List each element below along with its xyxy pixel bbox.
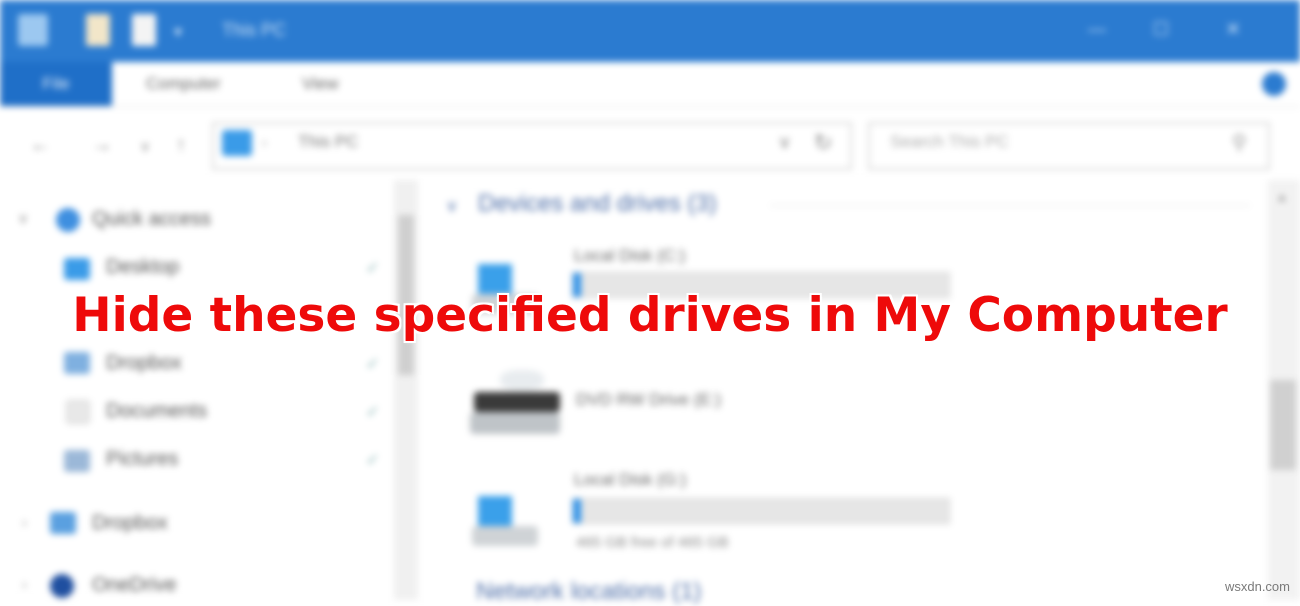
address-path[interactable]: This PC (298, 132, 358, 152)
sidebar-item-dropbox[interactable]: Dropbox (106, 352, 182, 375)
refresh-icon[interactable]: ↻ (814, 130, 832, 156)
content-scroll-thumb[interactable] (1270, 380, 1296, 470)
navigation-pane (0, 180, 420, 600)
tab-computer[interactable]: Computer (146, 74, 221, 94)
pc-icon (18, 14, 48, 46)
onedrive-icon (50, 574, 74, 598)
star-icon (56, 208, 80, 232)
drive-free-space: 465 GB free of 465 GB (576, 534, 729, 551)
sidebar-item-desktop[interactable]: Desktop (106, 256, 179, 279)
pin-icon[interactable]: ✓ (366, 258, 379, 278)
dvd-drive-icon (470, 370, 564, 440)
headline-overlay: Hide these specified drives in My Comput… (72, 288, 1228, 343)
sidebar-item-quick-access[interactable]: Quick access (92, 208, 211, 231)
hard-drive-icon (472, 490, 542, 550)
sidebar-item-pictures[interactable]: Pictures (106, 448, 178, 471)
drive-usage-bar (572, 498, 950, 524)
section-header-network[interactable]: Network locations (1) (476, 578, 701, 606)
new-folder-icon[interactable] (132, 14, 156, 46)
pin-icon[interactable]: ✓ (366, 354, 379, 374)
pin-icon[interactable]: ✓ (366, 402, 379, 422)
window-title: This PC (222, 20, 287, 40)
address-dropdown-icon[interactable]: ∨ (778, 132, 791, 153)
expand-icon[interactable]: › (22, 514, 27, 530)
recent-locations-icon[interactable]: ∨ (140, 138, 150, 155)
drive-name[interactable]: DVD RW Drive (E:) (576, 390, 721, 410)
sidebar-item-dropbox-root[interactable]: Dropbox (92, 512, 168, 535)
maximize-button[interactable]: ☐ (1148, 18, 1174, 40)
forward-icon[interactable]: → (92, 134, 112, 157)
dropbox-icon (50, 512, 76, 534)
drive-name[interactable]: Local Disk (C:) (574, 246, 685, 266)
close-button[interactable]: ✕ (1220, 18, 1246, 40)
tab-file[interactable]: File (0, 62, 112, 106)
drive-usage-fill (573, 499, 581, 523)
pin-icon[interactable]: ✓ (366, 450, 379, 470)
tab-view[interactable]: View (302, 74, 339, 94)
minimize-button[interactable]: — (1084, 18, 1110, 40)
collapse-icon[interactable]: ∨ (18, 210, 28, 227)
document-icon (66, 400, 90, 424)
this-pc-icon (222, 130, 252, 156)
section-divider (770, 205, 1250, 206)
back-icon[interactable]: ← (30, 134, 50, 157)
search-placeholder: Search This PC (890, 132, 1009, 151)
desktop-icon (64, 258, 90, 280)
up-icon[interactable]: ↑ (176, 134, 186, 157)
picture-icon (64, 450, 90, 472)
customize-toolbar-icon[interactable]: ▾ (174, 22, 182, 42)
drive-name[interactable]: Local Disk (G:) (574, 470, 686, 490)
dropbox-icon (64, 352, 90, 374)
expand-icon[interactable]: › (22, 576, 27, 592)
sidebar-item-documents[interactable]: Documents (106, 400, 207, 423)
help-icon[interactable] (1262, 72, 1286, 96)
watermark: wsxdn.com (1224, 579, 1290, 594)
breadcrumb-separator-icon[interactable]: › (262, 134, 267, 150)
properties-icon[interactable] (86, 14, 110, 46)
section-collapse-icon[interactable]: ∨ (446, 196, 458, 216)
search-icon[interactable]: ⚲ (1232, 130, 1247, 155)
scroll-up-icon[interactable]: ▲ (1276, 190, 1288, 204)
sidebar-item-onedrive[interactable]: OneDrive (92, 574, 176, 597)
section-header-devices[interactable]: Devices and drives (3) (478, 190, 717, 218)
